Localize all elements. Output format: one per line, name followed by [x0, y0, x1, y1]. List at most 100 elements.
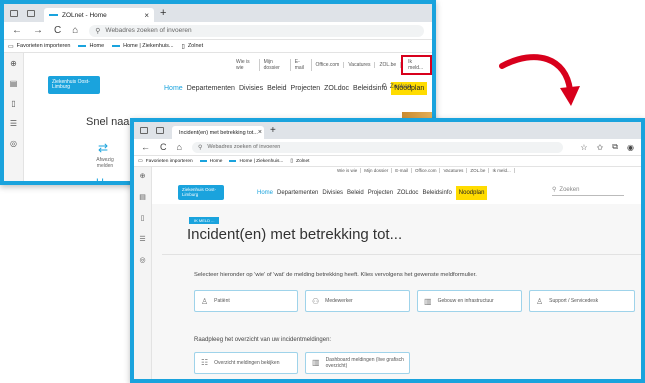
home-icon[interactable]: ⌂	[72, 25, 78, 36]
nav-beleid[interactable]: Beleid	[267, 85, 286, 92]
search-field[interactable]: ⚲ Zoeken	[382, 82, 411, 91]
database-icon[interactable]: ☰	[139, 235, 145, 243]
fav-zolnet[interactable]: ▯ Zolnet	[290, 158, 309, 164]
tab-actions-icon[interactable]	[156, 127, 164, 134]
intro-text: Selecteer hieronder op 'wie' of 'wat' de…	[194, 272, 477, 278]
util-link[interactable]: E-mail	[291, 59, 312, 71]
util-link[interactable]: Vacatures	[440, 168, 468, 173]
fav-home-icon	[78, 45, 87, 47]
nav-zoldoc[interactable]: ZOLdoc	[397, 190, 418, 196]
tab-actions-icon[interactable]	[27, 9, 35, 17]
logo[interactable]: Ziekenhuis Oost-Limburg	[178, 185, 224, 200]
document-icon[interactable]: ▯	[141, 214, 145, 222]
page-title: Incident(en) met betrekking tot...	[187, 226, 403, 243]
search-placeholder: Zoeken	[559, 186, 580, 193]
swap-arrows-icon[interactable]: ⇄	[98, 141, 108, 155]
option-medewerker-button[interactable]: ⚇ Medewerker	[305, 290, 410, 312]
util-link[interactable]: Wie is wie	[232, 59, 260, 71]
ik-meld-link[interactable]: Ik meld...	[489, 168, 515, 173]
refresh-icon[interactable]: C	[160, 142, 167, 152]
workspaces-icon[interactable]	[10, 9, 18, 17]
target-icon[interactable]: ◎	[10, 139, 17, 148]
nav-home[interactable]: Home	[164, 85, 183, 92]
util-link[interactable]: ZOL.be	[467, 168, 490, 173]
document-icon[interactable]: ▯	[11, 99, 15, 108]
tile-icon[interactable]: U	[96, 177, 104, 181]
main-content: IK MELD ... Incident(en) met betrekking …	[152, 204, 641, 379]
util-link[interactable]: ZOL.be	[375, 62, 402, 68]
util-link[interactable]: Office.com	[312, 62, 345, 68]
option-patient-button[interactable]: ♙ Patiënt	[194, 290, 298, 312]
nav-noodplan[interactable]: Noodplan	[455, 186, 488, 200]
util-link[interactable]: Mijn dossier	[260, 59, 291, 71]
logo[interactable]: Ziekenhuis Oost-Limburg	[48, 76, 100, 94]
grid-icon[interactable]: ▤	[139, 193, 146, 201]
home-icon[interactable]: ⌂	[177, 142, 182, 152]
workspaces-icon[interactable]	[140, 127, 148, 134]
tile-label[interactable]: Afwezig melden	[88, 157, 122, 169]
globe-icon[interactable]: ⊕	[140, 172, 146, 180]
back-arrow-icon[interactable]: ←	[141, 142, 150, 152]
address-bar[interactable]: ⚲ Webadres zoeken of invoeren	[89, 24, 424, 37]
nav-home[interactable]: Home	[257, 190, 273, 196]
util-link[interactable]: Mijn dossier	[361, 168, 393, 173]
favorites-icon[interactable]: ✩	[597, 143, 604, 152]
nav-divisies[interactable]: Divisies	[322, 190, 343, 196]
search-icon: ⚲	[197, 144, 203, 151]
option-label: Gebouw en infrastructuur	[437, 298, 494, 304]
nav-beleid[interactable]: Beleid	[347, 190, 364, 196]
nav-departementen[interactable]: Departementen	[277, 190, 318, 196]
tab-title: ZOLnet - Home	[62, 11, 107, 19]
refresh-icon[interactable]: C	[54, 25, 61, 36]
fav-zolnet[interactable]: ▯ Zolnet	[182, 43, 204, 50]
breadcrumb-badge[interactable]: IK MELD ...	[189, 217, 220, 224]
fav-label: Home	[209, 158, 223, 164]
database-icon[interactable]: ☰	[10, 119, 17, 128]
page-icon: ▯	[290, 158, 294, 164]
fav-home[interactable]: Home	[78, 43, 104, 49]
util-link[interactable]: Wie is wie	[334, 168, 362, 173]
building-icon: ▥	[424, 296, 432, 306]
util-link[interactable]: Office.com	[412, 168, 441, 173]
main-navigation: Home Departementen Divisies Beleid Proje…	[257, 186, 491, 200]
nav-departementen[interactable]: Departementen	[187, 85, 235, 92]
fav-home-ziekenhuis[interactable]: Home | Ziekenhuis...	[229, 159, 283, 164]
tab-incident[interactable]: Incident(en) met betrekking tot... ×	[172, 126, 264, 139]
option-gebouw-button[interactable]: ▥ Gebouw en infrastructuur	[417, 290, 522, 312]
fav-home[interactable]: Home	[199, 158, 223, 164]
option-label: Medewerker	[325, 298, 353, 304]
nav-beleidsinfo[interactable]: Beleidsinfo	[422, 190, 451, 196]
nav-divisies[interactable]: Divisies	[239, 85, 263, 92]
nav-projecten[interactable]: Projecten	[291, 85, 321, 92]
address-bar[interactable]: ⚲ Webadres zoeken of invoeren	[191, 141, 564, 153]
option-support-button[interactable]: ♙ Support / Servicedesk	[529, 290, 635, 312]
back-arrow-icon[interactable]: ←	[12, 25, 22, 36]
tab-zolnet-home[interactable]: ZOLnet - Home ×	[44, 8, 154, 22]
target-icon[interactable]: ◎	[139, 256, 145, 264]
util-link[interactable]: Vacatures	[344, 62, 376, 68]
new-tab-icon[interactable]: +	[160, 7, 166, 19]
button-label: Dashboard meldingen (live grafisch overz…	[325, 357, 404, 369]
new-tab-icon[interactable]: +	[270, 125, 276, 136]
fav-import[interactable]: ▭ Favorieten importeren	[8, 43, 70, 50]
search-icon: ⚲	[382, 83, 387, 90]
nav-zoldoc[interactable]: ZOLdoc	[324, 85, 349, 92]
fav-home-ziekenhuis[interactable]: Home | Ziekenhuis...	[112, 43, 174, 49]
tab-title: Incident(en) met betrekking tot...	[179, 129, 258, 136]
nav-projecten[interactable]: Projecten	[368, 190, 393, 196]
globe-icon[interactable]: ⊕	[10, 59, 17, 68]
button-label: Overzicht meldingen bekijken	[214, 360, 280, 366]
favorite-star-icon[interactable]: ☆	[580, 143, 587, 152]
close-tab-icon[interactable]: ×	[258, 129, 262, 136]
extensions-icon[interactable]: ◉	[627, 143, 634, 152]
dashboard-button[interactable]: ▥ Dashboard meldingen (live grafisch ove…	[305, 352, 410, 374]
overview-list-button[interactable]: ☷ Overzicht meldingen bekijken	[194, 352, 298, 374]
forward-arrow-icon[interactable]: →	[33, 25, 43, 36]
util-link[interactable]: E-mail	[392, 168, 413, 173]
ik-meld-link-highlighted[interactable]: Ik meld...	[401, 55, 432, 75]
fav-import[interactable]: ▭ Favorieten importeren	[138, 158, 193, 164]
search-input[interactable]: ⚲ Zoeken	[552, 186, 624, 196]
close-tab-icon[interactable]: ×	[144, 11, 149, 20]
collections-icon[interactable]: ⧉	[612, 142, 618, 152]
grid-icon[interactable]: ▤	[10, 79, 18, 88]
